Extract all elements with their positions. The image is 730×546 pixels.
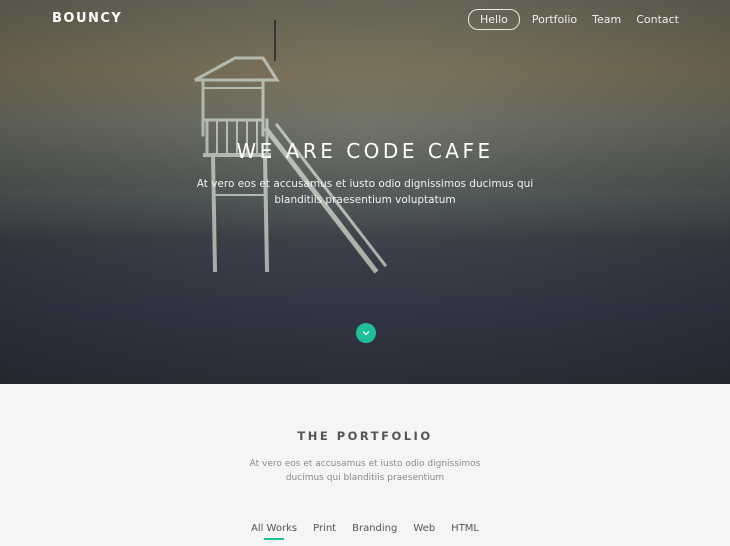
hero-subtitle: At vero eos et accusamus et iusto odio d…	[196, 178, 534, 206]
filter-branding[interactable]: Branding	[352, 523, 397, 534]
portfolio-title: THE PORTFOLIO	[297, 429, 433, 443]
portfolio-filters: All Works Print Branding Web HTML	[0, 523, 730, 534]
chevron-down-icon	[362, 331, 370, 336]
portfolio-section: THE PORTFOLIO At vero eos et accusamus e…	[0, 384, 730, 546]
nav-item-portfolio[interactable]: Portfolio	[532, 13, 577, 26]
nav-item-contact[interactable]: Contact	[636, 13, 679, 26]
nav-item-hello[interactable]: Hello	[467, 9, 520, 30]
filter-html[interactable]: HTML	[451, 523, 479, 534]
hero-section: BOUNCY Hello Portfolio Team Contact WE A…	[0, 0, 730, 384]
filter-print[interactable]: Print	[313, 523, 336, 534]
portfolio-subtitle: At vero eos et accusamus et iusto odio d…	[249, 459, 481, 483]
main-nav: Hello Portfolio Team Contact	[467, 9, 679, 30]
nav-item-team[interactable]: Team	[592, 13, 621, 26]
scroll-down-button[interactable]	[356, 323, 376, 343]
hero-title: WE ARE CODE CAFE	[236, 139, 494, 163]
brand-logo[interactable]: BOUNCY	[52, 11, 122, 26]
filter-web[interactable]: Web	[413, 523, 435, 534]
filter-all-works[interactable]: All Works	[251, 523, 297, 534]
